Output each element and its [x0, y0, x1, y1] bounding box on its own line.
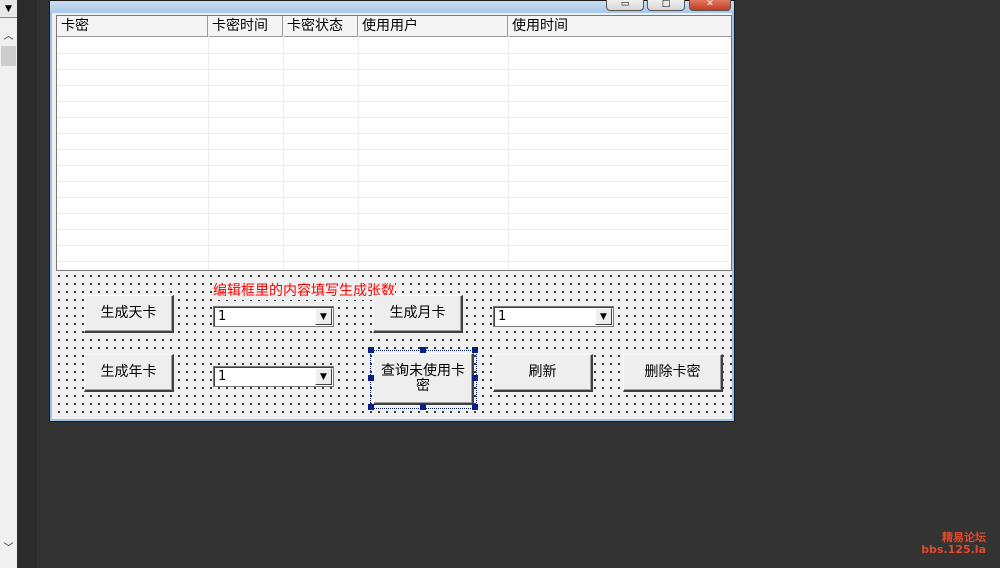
divider: [17, 0, 37, 568]
selection-handle[interactable]: [368, 404, 374, 410]
scrollbar-thumb[interactable]: [1, 46, 16, 66]
maximize-icon: □: [661, 0, 671, 9]
day-count-value: 1: [218, 309, 227, 324]
column-header-user[interactable]: 使用用户: [358, 16, 508, 36]
grid-line: [57, 85, 731, 86]
delete-card-button[interactable]: 删除卡密: [623, 354, 723, 392]
form-canvas: 卡密 卡密时间 卡密状态 使用用户 使用时间 编辑框里的内容填写生成张数 生成天…: [52, 13, 732, 419]
selection-handle[interactable]: [368, 347, 374, 353]
watermark-line-2: bbs.125.la: [921, 543, 986, 556]
selection-border: [370, 350, 477, 409]
grid-line: [57, 213, 731, 214]
grid-line: [358, 36, 359, 270]
left-panel: ▼ ︿ ﹀: [0, 0, 37, 568]
selection-handle[interactable]: [420, 347, 426, 353]
chevron-down-icon: ﹀: [3, 543, 14, 554]
column-header-card[interactable]: 卡密: [57, 16, 208, 36]
scroll-down-button[interactable]: ﹀: [0, 538, 17, 555]
column-header-use-time[interactable]: 使用时间: [508, 16, 731, 36]
close-button[interactable]: ✕: [689, 0, 731, 11]
selection-handle[interactable]: [472, 375, 478, 381]
grid-line: [57, 101, 731, 102]
grid-line: [57, 261, 731, 262]
minimize-button[interactable]: ▭: [606, 0, 644, 11]
year-count-value: 1: [218, 369, 227, 384]
column-header-card-status[interactable]: 卡密状态: [283, 16, 358, 36]
chevron-down-icon[interactable]: ▼: [0, 0, 17, 18]
close-icon: ✕: [706, 0, 714, 9]
grid-line: [57, 69, 731, 70]
hint-label: 编辑框里的内容填写生成张数: [213, 280, 395, 300]
grid-line: [57, 197, 731, 198]
year-count-combo[interactable]: 1 ▼: [213, 366, 334, 387]
vertical-scrollbar[interactable]: ▼ ︿ ﹀: [0, 0, 18, 568]
grid-line: [57, 117, 731, 118]
card-list-view[interactable]: 卡密 卡密时间 卡密状态 使用用户 使用时间: [56, 15, 732, 271]
list-header: 卡密 卡密时间 卡密状态 使用用户 使用时间: [57, 16, 731, 37]
designer-window: ▭ □ ✕ 卡密 卡密时间 卡密状态 使用用户 使用时间 编辑框里的内容填写生成…: [49, 0, 735, 422]
grid-line: [208, 36, 209, 270]
selection-handle[interactable]: [420, 404, 426, 410]
grid-line: [57, 229, 731, 230]
scroll-up-button[interactable]: ︿: [0, 26, 17, 43]
selection-handle[interactable]: [368, 375, 374, 381]
selection-handle[interactable]: [472, 347, 478, 353]
refresh-button[interactable]: 刷新: [493, 354, 593, 392]
maximize-button[interactable]: □: [647, 0, 685, 11]
day-count-combo[interactable]: 1 ▼: [213, 306, 334, 327]
minimize-icon: ▭: [620, 0, 630, 9]
forum-watermark: 精易论坛 bbs.125.la: [921, 532, 986, 556]
chevron-down-icon[interactable]: ▼: [595, 308, 612, 325]
grid-line: [57, 133, 731, 134]
generate-month-card-button[interactable]: 生成月卡: [373, 295, 463, 333]
column-header-card-time[interactable]: 卡密时间: [208, 16, 283, 36]
chevron-down-icon[interactable]: ▼: [315, 368, 332, 385]
month-count-combo[interactable]: 1 ▼: [493, 306, 614, 327]
chevron-up-icon: ︿: [3, 31, 14, 42]
chevron-down-icon[interactable]: ▼: [315, 308, 332, 325]
generate-year-card-button[interactable]: 生成年卡: [84, 354, 174, 392]
selection-handle[interactable]: [472, 404, 478, 410]
generate-day-card-button[interactable]: 生成天卡: [84, 295, 174, 333]
grid-line: [57, 149, 731, 150]
grid-line: [283, 36, 284, 270]
month-count-value: 1: [498, 309, 507, 324]
grid-line: [57, 53, 731, 54]
grid-line: [57, 165, 731, 166]
grid-line: [57, 245, 731, 246]
grid-line: [57, 181, 731, 182]
grid-line: [508, 36, 509, 270]
title-bar: ▭ □ ✕: [50, 0, 734, 13]
